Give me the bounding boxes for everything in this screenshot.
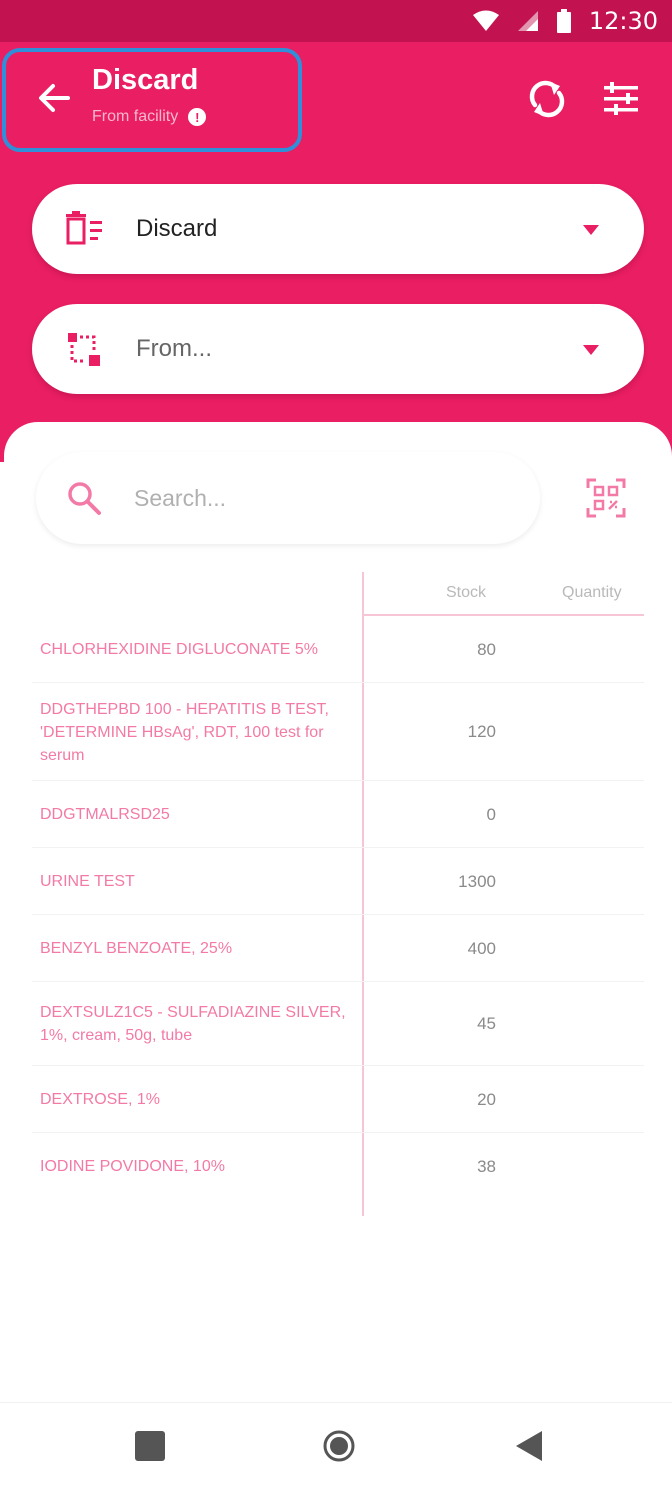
trash-list-icon <box>66 211 102 245</box>
table-row[interactable]: DDGTMALRSD25 0 <box>32 781 644 848</box>
status-time: 12:30 <box>588 7 658 35</box>
search-input[interactable] <box>134 476 494 520</box>
battery-icon <box>556 9 571 33</box>
row-product-name: CHLORHEXIDINE DIGLUCONATE 5% <box>40 641 318 658</box>
page-title: Discard <box>92 64 199 96</box>
cell-signal-icon <box>517 11 538 31</box>
row-stock: 45 <box>477 1014 496 1033</box>
table-row[interactable]: DEXTSULZ1C5 - SULFADIAZINE SILVER, 1%, c… <box>32 982 644 1066</box>
filter-sliders-icon[interactable] <box>602 80 640 118</box>
wifi-icon <box>472 10 499 31</box>
page-subtitle: From facility ! <box>92 108 207 126</box>
row-stock: 80 <box>477 639 496 659</box>
table-row[interactable]: URINE TEST 1300 <box>32 848 644 915</box>
row-stock: 20 <box>477 1089 496 1109</box>
row-stock: 400 <box>467 938 496 958</box>
recent-apps-icon[interactable] <box>133 1429 167 1463</box>
row-product-name: DEXTROSE, 1% <box>40 1091 161 1108</box>
reason-selected: Discard <box>136 215 218 242</box>
header-quantity: Quantity <box>562 584 622 601</box>
from-dropdown[interactable]: From... <box>32 304 644 394</box>
system-nav-bar <box>0 1402 672 1488</box>
from-placeholder: From... <box>136 335 212 362</box>
row-stock: 120 <box>467 722 496 741</box>
row-product-name: BENZYL BENZOATE, 25% <box>40 940 233 957</box>
table-row[interactable]: BENZYL BENZOATE, 25% 400 <box>32 915 644 982</box>
app-header: Discard From facility ! Discard From... <box>0 42 672 462</box>
row-stock: 38 <box>477 1156 496 1176</box>
qr-scan-icon[interactable] <box>586 478 626 518</box>
status-bar: 12:30 <box>0 0 672 42</box>
row-product-name: DDGTMALRSD25 <box>40 806 170 823</box>
row-product-name: DDGTHEPBD 100 - HEPATITIS B TEST, 'DETER… <box>40 700 329 764</box>
row-product-name: DEXTSULZ1C5 - SULFADIAZINE SILVER, 1%, c… <box>40 1004 346 1044</box>
caret-down-icon <box>583 345 599 355</box>
row-stock: 0 <box>486 804 496 824</box>
stock-table: Stock Quantity CHLORHEXIDINE DIGLUCONATE… <box>0 572 672 1216</box>
home-icon[interactable] <box>322 1429 356 1463</box>
row-stock: 1300 <box>458 871 496 891</box>
system-back-icon[interactable] <box>512 1429 546 1463</box>
search-icon <box>68 482 101 515</box>
header-stock: Stock <box>446 584 487 601</box>
reason-dropdown[interactable]: Discard <box>32 184 644 274</box>
subtitle-text: From facility <box>92 108 179 125</box>
sync-icon[interactable] <box>526 78 568 120</box>
table-row[interactable]: DDGTHEPBD 100 - HEPATITIS B TEST, 'DETER… <box>32 683 644 781</box>
table-row[interactable]: IODINE POVIDONE, 10% 38 <box>32 1133 644 1200</box>
facility-transfer-icon <box>68 333 100 366</box>
arrow-left-icon[interactable] <box>34 78 74 118</box>
table-row[interactable]: CHLORHEXIDINE DIGLUCONATE 5% 80 <box>32 616 644 683</box>
search-bar[interactable] <box>36 452 540 544</box>
row-product-name: IODINE POVIDONE, 10% <box>40 1158 225 1175</box>
caret-down-icon <box>583 225 599 235</box>
table-row[interactable]: DEXTROSE, 1% 20 <box>32 1066 644 1133</box>
row-product-name: URINE TEST <box>40 873 135 890</box>
info-icon[interactable]: ! <box>188 108 207 126</box>
